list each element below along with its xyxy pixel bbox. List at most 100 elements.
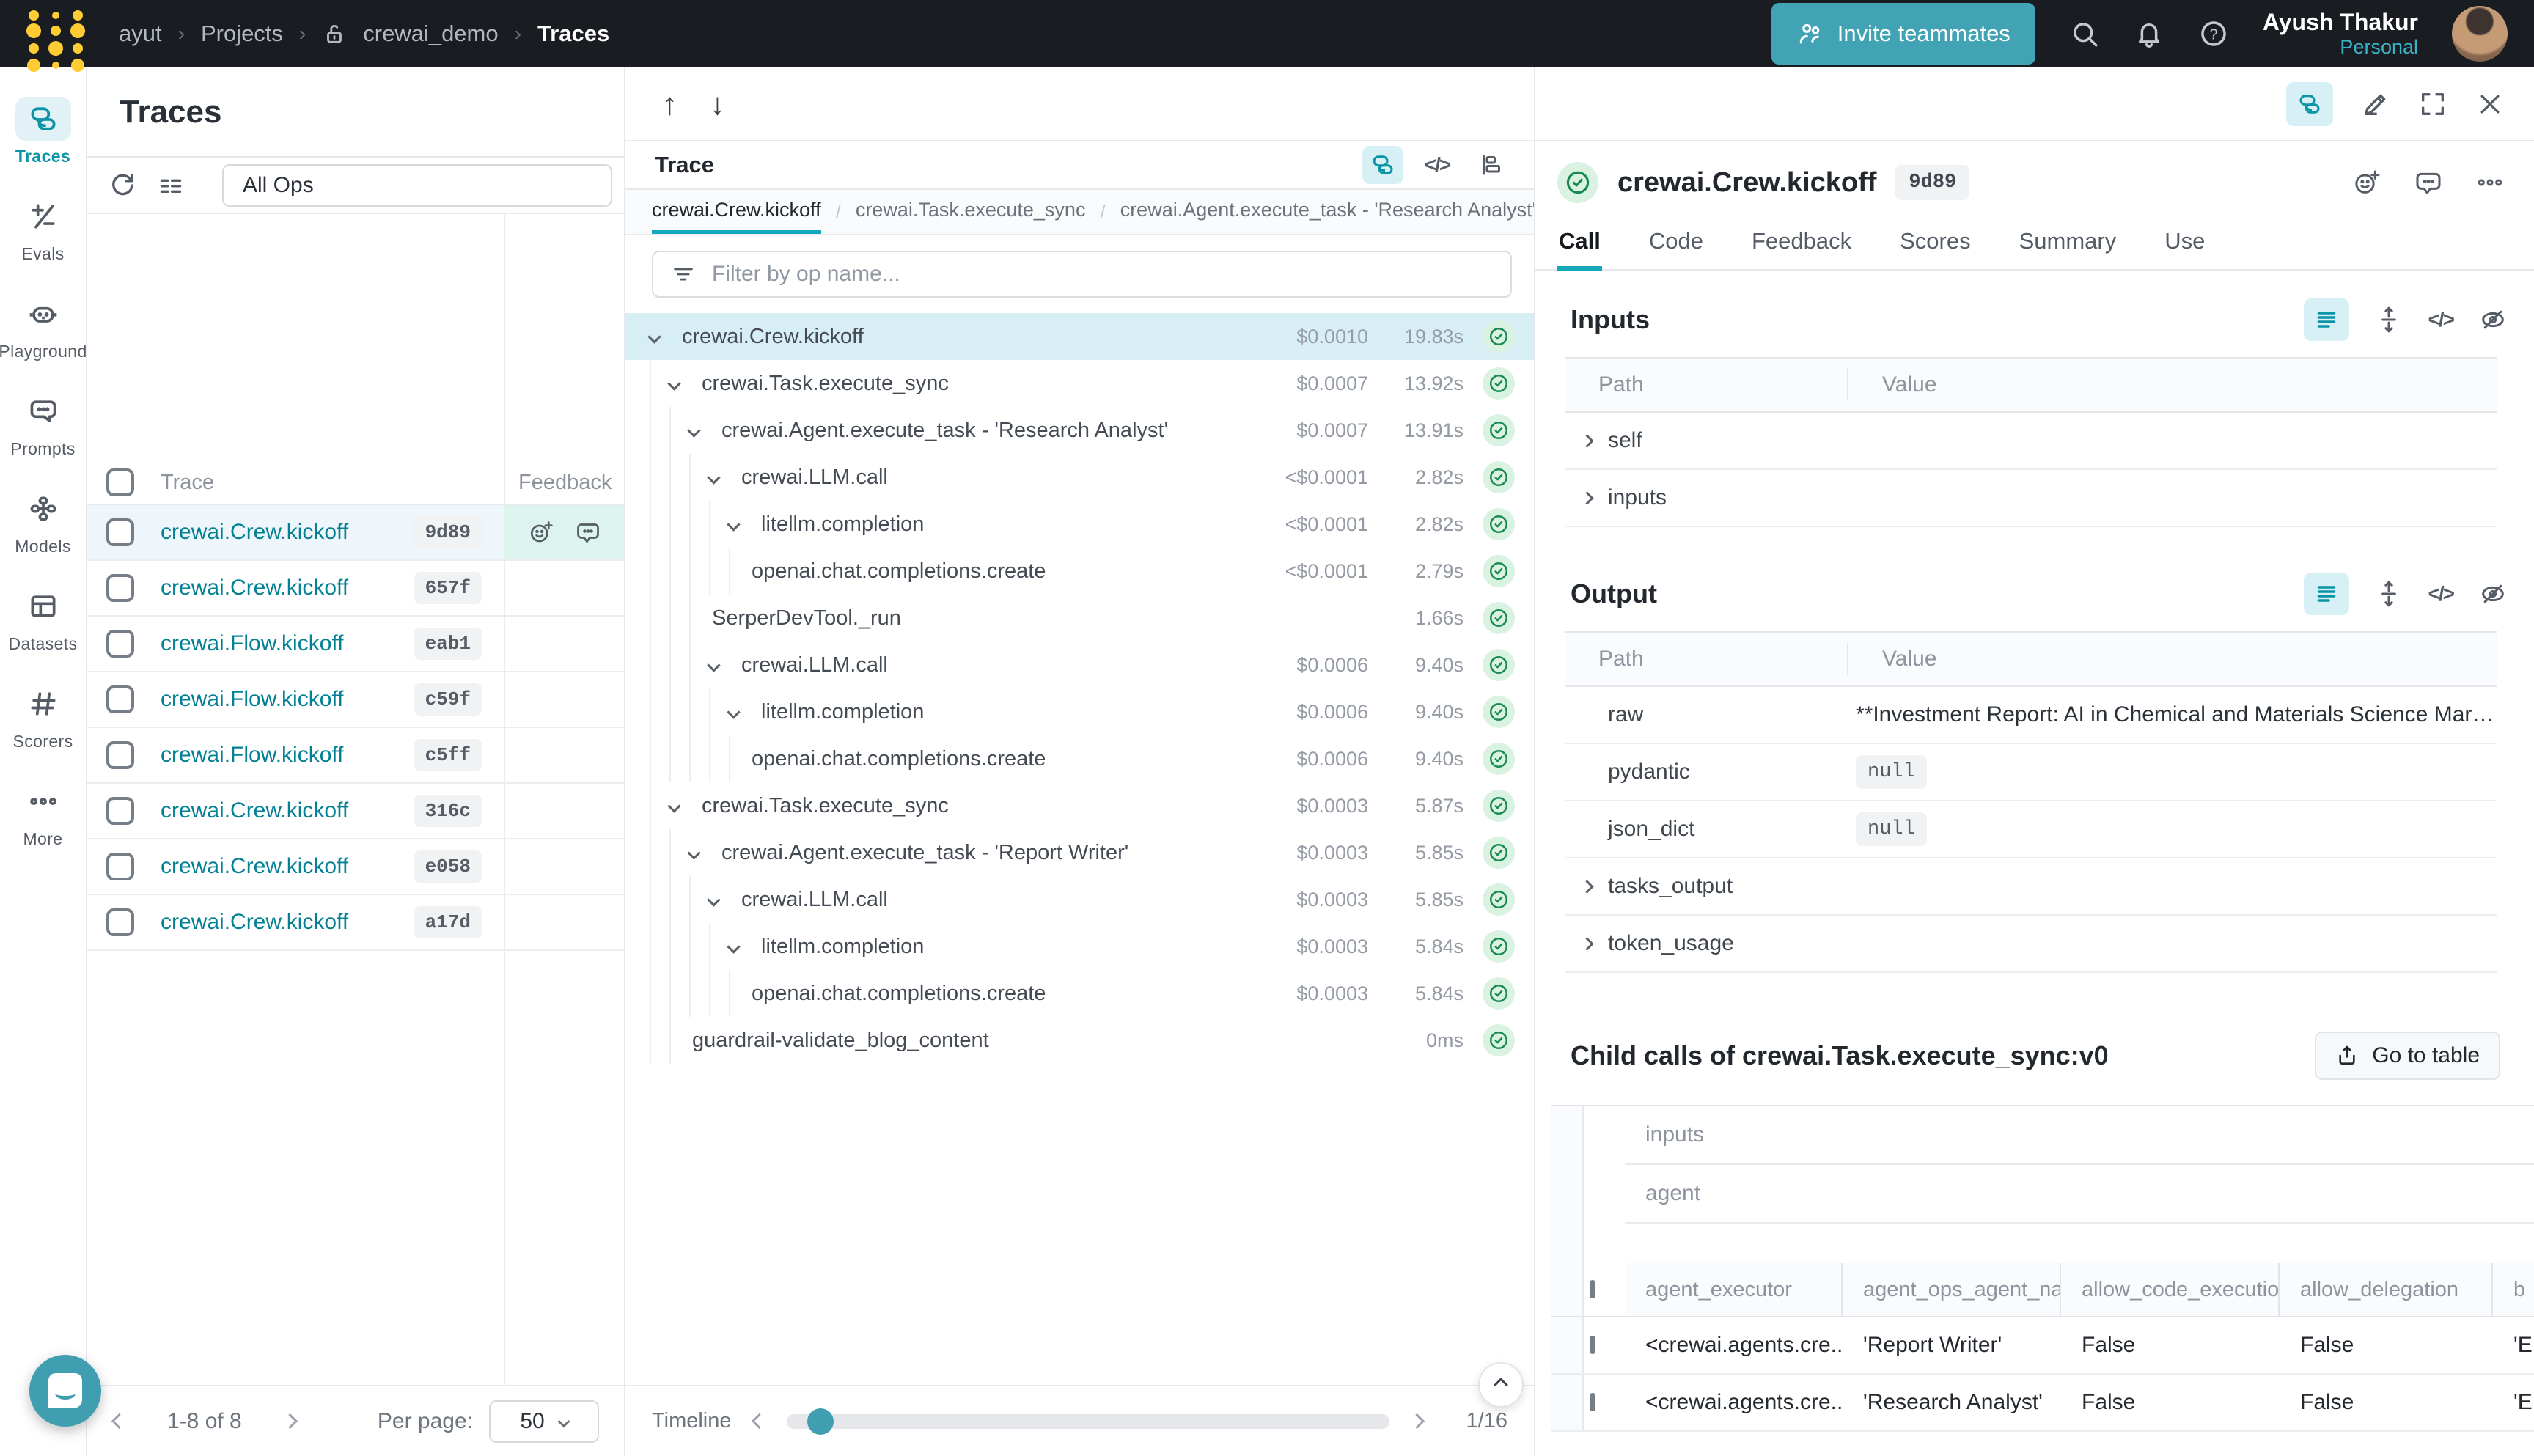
chevron-down-icon[interactable] [687, 846, 700, 859]
op-filter-input[interactable] [710, 261, 1493, 287]
call-crumb-tab[interactable]: crewai.Crew.kickoff [652, 190, 821, 234]
kv-row[interactable]: self [1565, 413, 2497, 470]
call-tree-row[interactable]: litellm.completion <$0.0001 2.82s [625, 501, 1534, 548]
tree-view-button[interactable] [1362, 146, 1403, 184]
sidebar-item-prompts[interactable]: Prompts [2, 389, 84, 459]
chevron-down-icon[interactable] [707, 658, 720, 672]
timeline-knob[interactable] [807, 1408, 834, 1435]
trace-row[interactable]: crewai.Crew.kickoff 316c [87, 784, 624, 839]
code-view-button[interactable]: </> [1417, 146, 1458, 184]
sidebar-item-more[interactable]: More [2, 779, 84, 849]
chevron-right-icon[interactable] [1580, 937, 1593, 950]
per-page-select[interactable]: 50 [489, 1400, 599, 1443]
kv-row[interactable]: raw**Investment Report: AI in Chemical a… [1565, 687, 2497, 744]
timeline-slider[interactable] [787, 1414, 1389, 1429]
ops-filter-select[interactable]: All Ops [222, 164, 612, 207]
sidebar-item-models[interactable]: Models [2, 487, 84, 556]
kv-row[interactable]: token_usage [1565, 916, 2497, 973]
refresh-icon[interactable] [108, 171, 137, 200]
column-header[interactable]: agent_executor [1625, 1263, 1843, 1316]
call-tree-row[interactable]: crewai.Task.execute_sync $0.0007 13.92s [625, 360, 1534, 407]
add-reaction-icon[interactable] [2352, 168, 2381, 197]
prev-page-icon[interactable] [111, 1413, 127, 1429]
call-tree-row[interactable]: SerperDevTool._run 1.66s [625, 595, 1534, 641]
trace-row[interactable]: crewai.Crew.kickoff a17d [87, 895, 624, 951]
hide-values-icon[interactable] [2478, 305, 2508, 334]
call-tree-row[interactable]: crewai.Crew.kickoff $0.0010 19.83s [625, 313, 1534, 360]
sidebar-item-datasets[interactable]: Datasets [2, 584, 84, 654]
tab-scores[interactable]: Scores [1898, 218, 1972, 271]
chevron-down-icon[interactable] [727, 940, 740, 953]
row-checkbox[interactable] [1590, 1393, 1595, 1411]
sidebar-item-scorers[interactable]: Scorers [2, 682, 84, 751]
sidebar-item-evals[interactable]: Evals [2, 194, 84, 264]
child-call-row[interactable]: <crewai.agents.cre...'Report Writer'Fals… [1551, 1317, 2534, 1375]
timeline-next-icon[interactable] [1409, 1413, 1425, 1429]
json-view-icon[interactable]: </> [2428, 582, 2453, 606]
trace-link[interactable]: crewai.Crew.kickoff [161, 854, 403, 879]
user-menu[interactable]: Ayush Thakur Personal [2263, 9, 2418, 59]
call-tree-row[interactable]: guardrail-validate_blog_content 0ms [625, 1017, 1534, 1064]
tab-call[interactable]: Call [1557, 218, 1602, 271]
breadcrumb-project[interactable]: crewai_demo [363, 21, 498, 47]
overflow-menu-icon[interactable] [2475, 168, 2505, 197]
tab-use[interactable]: Use [2163, 218, 2206, 271]
wandb-logo-icon[interactable] [26, 10, 78, 57]
hide-values-icon[interactable] [2478, 579, 2508, 608]
kv-row[interactable]: pydanticnull [1565, 744, 2497, 801]
column-header[interactable]: allow_delegation [2280, 1263, 2493, 1316]
feedback-column-header[interactable]: Feedback [504, 471, 624, 495]
call-tree-row[interactable]: litellm.completion $0.0006 9.40s [625, 688, 1534, 735]
comment-icon[interactable] [2414, 168, 2443, 197]
fullscreen-icon[interactable] [2418, 89, 2447, 119]
row-checkbox[interactable] [106, 853, 134, 880]
flame-view-button[interactable] [1471, 146, 1512, 184]
list-view-button[interactable] [2304, 298, 2349, 341]
close-icon[interactable] [2475, 89, 2505, 119]
chevron-down-icon[interactable] [667, 377, 680, 390]
call-tree-row[interactable]: crewai.LLM.call $0.0003 5.85s [625, 876, 1534, 923]
invite-teammates-button[interactable]: Invite teammates [1771, 3, 2035, 65]
trace-link[interactable]: crewai.Crew.kickoff [161, 798, 403, 823]
trace-row[interactable]: crewai.Flow.kickoff c5ff [87, 728, 624, 784]
chevron-right-icon[interactable] [1580, 491, 1593, 504]
call-tree-row[interactable]: crewai.Task.execute_sync $0.0003 5.87s [625, 782, 1534, 829]
edit-pencil-icon[interactable] [2361, 89, 2390, 119]
trace-row[interactable]: crewai.Flow.kickoff eab1 [87, 617, 624, 672]
call-id-badge[interactable]: 9d89 [1895, 165, 1969, 200]
chevron-right-icon[interactable] [1580, 880, 1593, 893]
column-settings-icon[interactable] [156, 171, 186, 200]
trace-link[interactable]: crewai.Crew.kickoff [161, 520, 403, 545]
column-header[interactable]: b [2493, 1263, 2534, 1316]
row-checkbox[interactable] [106, 518, 134, 546]
select-all-checkbox[interactable] [1590, 1280, 1595, 1298]
breadcrumb-entity[interactable]: ayut [119, 21, 162, 47]
op-filter-box[interactable] [652, 251, 1512, 298]
kv-row[interactable]: tasks_output [1565, 858, 2497, 916]
call-crumb-tab[interactable]: crewai.Task.execute_sync [856, 190, 1086, 234]
go-to-table-button[interactable]: Go to table [2315, 1032, 2500, 1080]
chevron-down-icon[interactable] [727, 705, 740, 718]
trace-link[interactable]: crewai.Flow.kickoff [161, 631, 403, 656]
chevron-down-icon[interactable] [707, 893, 720, 906]
row-checkbox[interactable] [106, 574, 134, 602]
timeline-prev-icon[interactable] [751, 1413, 766, 1429]
help-icon[interactable]: ? [2198, 18, 2229, 49]
trace-link[interactable]: crewai.Flow.kickoff [161, 687, 403, 712]
call-tree-row[interactable]: openai.chat.completions.create $0.0003 5… [625, 970, 1534, 1017]
tab-feedback[interactable]: Feedback [1750, 218, 1853, 271]
column-header[interactable]: agent_ops_agent_nan [1843, 1263, 2061, 1316]
chevron-right-icon[interactable] [1580, 434, 1593, 447]
trace-row[interactable]: crewai.Flow.kickoff c59f [87, 672, 624, 728]
row-checkbox[interactable] [106, 630, 134, 658]
chevron-down-icon[interactable] [727, 518, 740, 531]
call-tree-row[interactable]: openai.chat.completions.create $0.0006 9… [625, 735, 1534, 782]
kv-row[interactable]: json_dictnull [1565, 801, 2497, 858]
trace-link[interactable]: crewai.Flow.kickoff [161, 743, 403, 768]
trace-row[interactable]: crewai.Crew.kickoff e058 [87, 839, 624, 895]
row-checkbox[interactable] [106, 741, 134, 769]
expand-rows-icon[interactable] [2374, 305, 2403, 334]
trace-link[interactable]: crewai.Crew.kickoff [161, 910, 403, 935]
add-reaction-icon[interactable] [528, 519, 554, 545]
intercom-chat-button[interactable] [29, 1355, 101, 1427]
